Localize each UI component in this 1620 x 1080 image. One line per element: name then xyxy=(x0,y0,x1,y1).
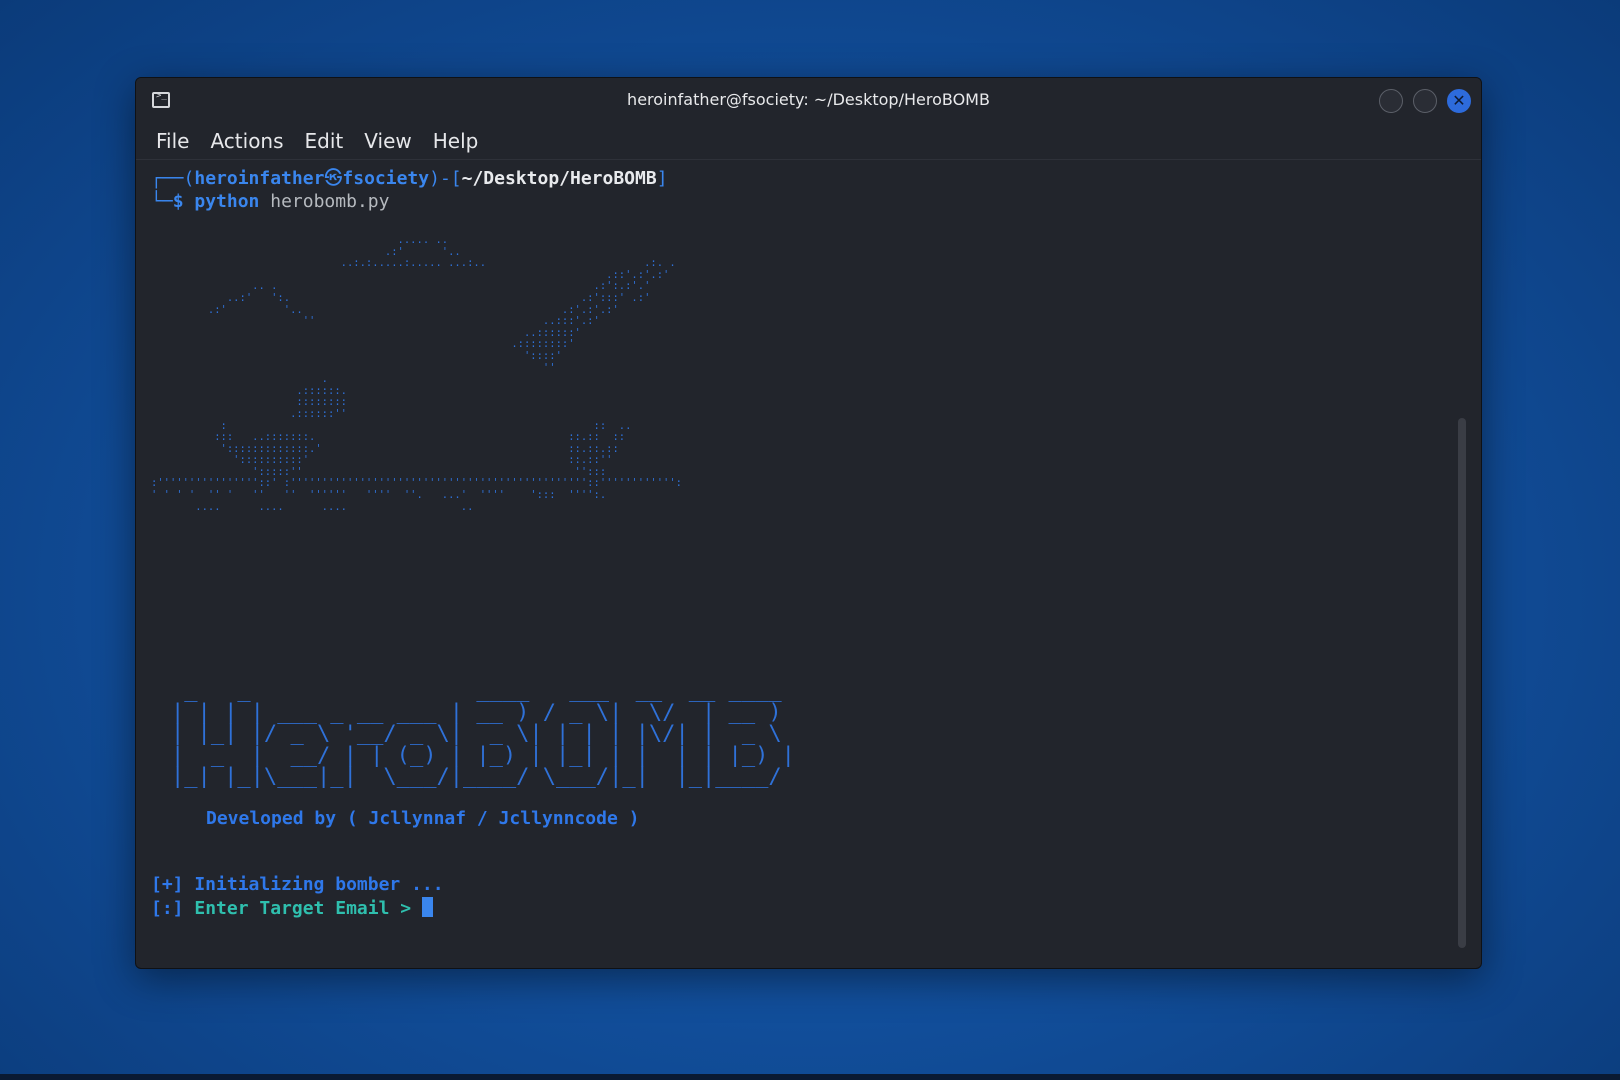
status-initializing: [+] Initializing bomber ... xyxy=(151,874,444,895)
menu-help[interactable]: Help xyxy=(433,129,479,153)
ascii-art-container: ..... .. .:' '.. ..:.:.....:..... ...:..… xyxy=(151,235,1481,680)
menu-actions[interactable]: Actions xyxy=(210,129,283,153)
prompt-dollar: $ xyxy=(172,190,184,212)
prompt-user: heroinfather xyxy=(194,168,325,189)
terminal-window: >_ heroinfather@fsociety: ~/Desktop/Hero… xyxy=(135,77,1482,969)
prompt-at-symbol: ㉿ xyxy=(324,168,343,189)
menu-file[interactable]: File xyxy=(156,129,189,153)
prompt-frame-top: ┌──( xyxy=(151,168,195,189)
prompt-end: ] xyxy=(656,168,668,189)
command-line: └─$ python herobomb.py xyxy=(151,191,1481,214)
close-icon: ✕ xyxy=(1452,91,1466,110)
title-bar[interactable]: >_ heroinfather@fsociety: ~/Desktop/Hero… xyxy=(136,78,1481,123)
prompt-frame-bottom: └─ xyxy=(151,190,173,212)
command-name: python xyxy=(194,190,260,212)
prompt-bracket: [:] xyxy=(151,897,184,919)
terminal-output[interactable]: ┌──(heroinfather㉿fsociety)-[~/Desktop/He… xyxy=(136,160,1481,919)
prompt-line: ┌──(heroinfather㉿fsociety)-[~/Desktop/He… xyxy=(151,168,1481,191)
close-button[interactable]: ✕ xyxy=(1447,89,1471,113)
menu-edit[interactable]: Edit xyxy=(305,129,344,153)
desktop-bottom-strip xyxy=(0,1074,1620,1080)
window-title: heroinfather@fsociety: ~/Desktop/HeroBOM… xyxy=(627,90,990,109)
menu-bar: File Actions Edit View Help xyxy=(136,123,1481,160)
minimize-button[interactable] xyxy=(1379,89,1403,113)
herobomb-logo: _ _ ____ ___ __ __ ____ | | | | ___ _ __… xyxy=(171,678,795,788)
menu-view[interactable]: View xyxy=(364,129,411,153)
email-input-prompt[interactable]: [:] Enter Target Email > xyxy=(151,896,1481,920)
text-cursor xyxy=(421,896,433,917)
prompt-mid: )-[ xyxy=(429,168,462,189)
vertical-scrollbar[interactable] xyxy=(1458,418,1466,948)
command-argument: herobomb.py xyxy=(270,190,390,212)
ascii-art-bomber: ..... .. .:' '.. ..:.:.....:..... ...:..… xyxy=(151,235,683,513)
maximize-button[interactable] xyxy=(1413,89,1437,113)
prompt-host: fsociety xyxy=(342,168,430,189)
prompt-path: ~/Desktop/HeroBOMB xyxy=(461,168,657,189)
developer-credit: Developed by ( Jcllynnaf / Jcllynncode ) xyxy=(206,807,640,829)
prompt-text: Enter Target Email > xyxy=(183,897,422,919)
